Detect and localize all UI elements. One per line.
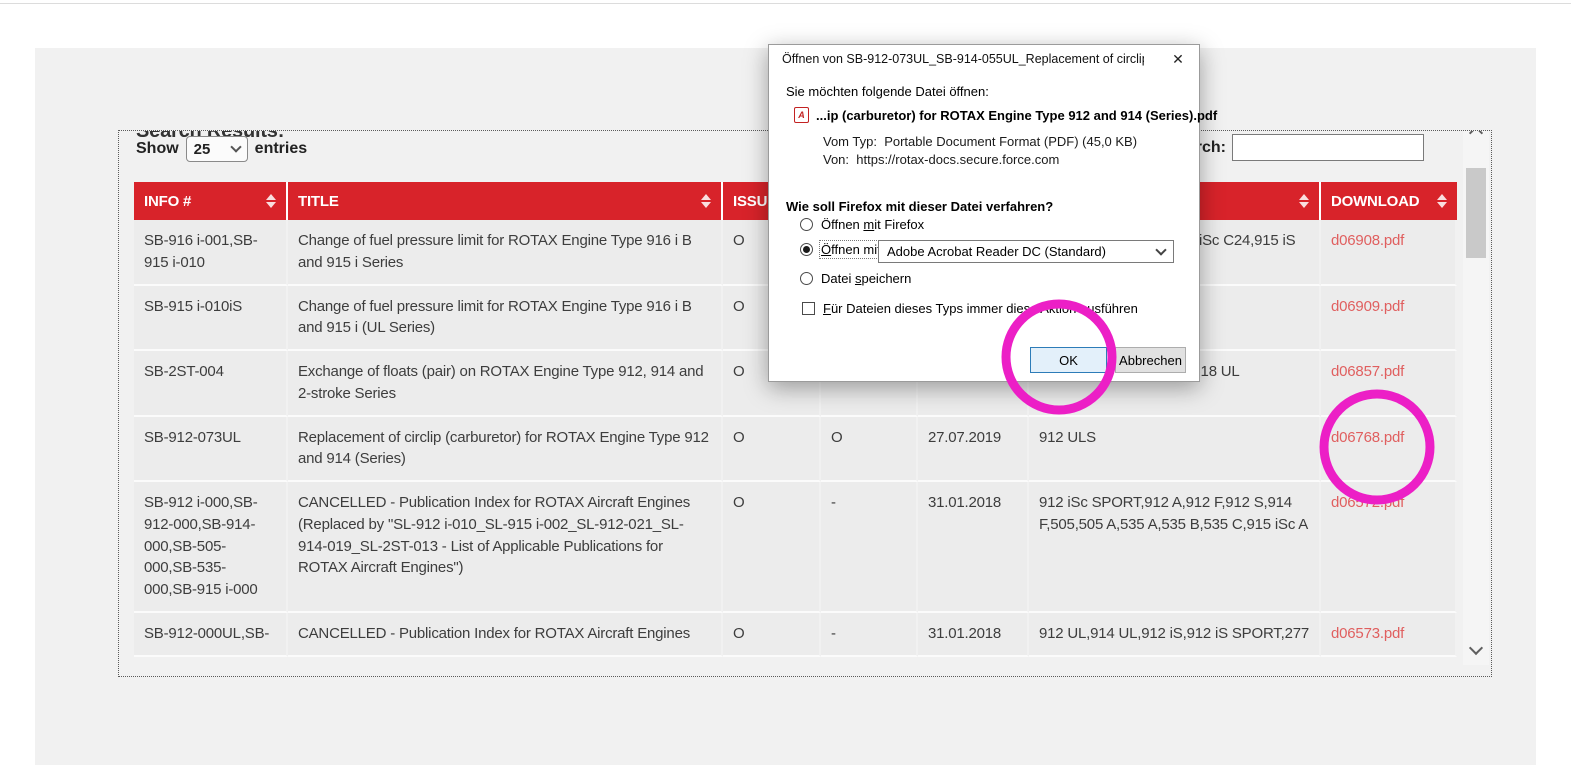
sort-icon — [1299, 194, 1309, 208]
radio-open-with-firefox[interactable]: Öffnen mit Firefox — [800, 217, 924, 232]
cell-models: 912 ULS — [1029, 417, 1321, 483]
chevron-down-icon — [230, 141, 241, 152]
cell-info: SB-912 i-000,SB-912-000,SB-914-000,SB-50… — [134, 482, 288, 613]
dialog-question: Wie soll Firefox mit dieser Datei verfah… — [786, 199, 1053, 214]
column-header-info[interactable]: INFO # — [134, 182, 288, 220]
scroll-up-icon[interactable] — [1469, 130, 1483, 140]
cell-title: CANCELLED - Publication Index for ROTAX … — [288, 613, 723, 657]
chevron-down-icon — [1155, 244, 1166, 255]
cell-info: SB-2ST-004 — [134, 351, 288, 417]
cell-date: 27.07.2019 — [918, 417, 1029, 483]
cell-title: Exchange of floats (pair) on ROTAX Engin… — [288, 351, 723, 417]
cell-models: 912 iSc SPORT,912 A,912 F,912 S,914 F,50… — [1029, 482, 1321, 613]
dialog-intro: Sie möchten folgende Datei öffnen: — [786, 84, 989, 99]
cancel-button[interactable]: Abbrechen — [1115, 347, 1186, 373]
download-link[interactable]: d06573.pdf — [1331, 625, 1404, 642]
sort-icon — [1437, 194, 1447, 208]
entries-label: entries — [255, 140, 307, 158]
column-header-title[interactable]: TITLE — [288, 182, 723, 220]
open-with-app-select[interactable]: Adobe Acrobat Reader DC (Standard) — [878, 240, 1174, 263]
radio-save-file[interactable]: Datei speichern — [800, 271, 911, 286]
open-with-app-value: Adobe Acrobat Reader DC (Standard) — [887, 244, 1106, 259]
cell-title: Replacement of circlip (carburetor) for … — [288, 417, 723, 483]
checkbox-icon — [802, 302, 815, 315]
cell-c4: - — [821, 482, 918, 613]
download-link[interactable]: d06572.pdf — [1331, 494, 1404, 511]
vertical-scrollbar[interactable] — [1463, 130, 1489, 665]
cell-download: d06908.pdf — [1321, 220, 1457, 286]
cell-date: 31.01.2018 — [918, 482, 1029, 613]
radio-icon — [800, 272, 813, 285]
table-row: SB-912-000UL,SB- CANCELLED - Publication… — [134, 613, 1457, 657]
scroll-down-icon[interactable] — [1469, 641, 1483, 655]
pdf-icon: A — [794, 107, 809, 123]
top-divider — [0, 3, 1571, 4]
download-link[interactable]: d06857.pdf — [1331, 363, 1404, 380]
close-icon[interactable]: ✕ — [1157, 45, 1199, 73]
cell-title: Change of fuel pressure limit for ROTAX … — [288, 286, 723, 352]
cell-download: d06909.pdf — [1321, 286, 1457, 352]
cell-title: Change of fuel pressure limit for ROTAX … — [288, 220, 723, 286]
cell-download: d06857.pdf — [1321, 351, 1457, 417]
dialog-title: Öffnen von SB-912-073UL_SB-914-055UL_Rep… — [769, 52, 1144, 66]
download-link[interactable]: d06768.pdf — [1331, 429, 1404, 446]
dialog-titlebar: Öffnen von SB-912-073UL_SB-914-055UL_Rep… — [769, 45, 1199, 73]
page-size-select[interactable]: 25 — [186, 136, 248, 162]
cell-issue: O — [723, 613, 821, 657]
column-header-download[interactable]: DOWNLOAD — [1321, 182, 1457, 220]
file-type-line: Vom Typ: Portable Document Format (PDF) … — [823, 134, 1137, 149]
cell-date: 31.01.2018 — [918, 613, 1029, 657]
cell-info: SB-912-000UL,SB- — [134, 613, 288, 657]
cell-info: SB-915 i-010iS — [134, 286, 288, 352]
radio-open-with-app[interactable]: Öffnen mit — [800, 242, 881, 257]
page-size-value: 25 — [194, 141, 211, 158]
download-dialog: Öffnen von SB-912-073UL_SB-914-055UL_Rep… — [768, 44, 1200, 382]
cell-title: CANCELLED - Publication Index for ROTAX … — [288, 482, 723, 613]
radio-icon — [800, 218, 813, 231]
cell-issue: O — [723, 482, 821, 613]
sort-icon — [701, 194, 711, 208]
cell-info: SB-916 i-001,SB-915 i-010 — [134, 220, 288, 286]
radio-selected-icon — [800, 243, 813, 256]
ok-button[interactable]: OK — [1030, 347, 1107, 373]
sort-icon — [266, 194, 276, 208]
file-source-line: Von: https://rotax-docs.secure.force.com — [823, 152, 1059, 167]
download-link[interactable]: d06909.pdf — [1331, 298, 1404, 315]
dialog-filename: ...ip (carburetor) for ROTAX Engine Type… — [816, 108, 1217, 123]
search-input[interactable] — [1232, 134, 1424, 161]
scrollbar-thumb[interactable] — [1466, 168, 1486, 258]
table-row: SB-912-073UL Replacement of circlip (car… — [134, 417, 1457, 483]
remember-action-checkbox[interactable]: Für Dateien dieses Typs immer diese Akti… — [802, 301, 1138, 316]
cell-info: SB-912-073UL — [134, 417, 288, 483]
cell-issue: O — [723, 417, 821, 483]
cell-c4: - — [821, 613, 918, 657]
cell-download: d06768.pdf — [1321, 417, 1457, 483]
cell-download: d06573.pdf — [1321, 613, 1457, 657]
table-row: SB-912 i-000,SB-912-000,SB-914-000,SB-50… — [134, 482, 1457, 613]
page: { "page": { "heading": "Search Results:"… — [0, 0, 1571, 780]
download-link[interactable]: d06908.pdf — [1331, 232, 1404, 249]
cell-c4: O — [821, 417, 918, 483]
cell-download: d06572.pdf — [1321, 482, 1457, 613]
cell-models: 912 UL,914 UL,912 iS,912 iS SPORT,277 — [1029, 613, 1321, 657]
show-label: Show — [136, 140, 179, 158]
